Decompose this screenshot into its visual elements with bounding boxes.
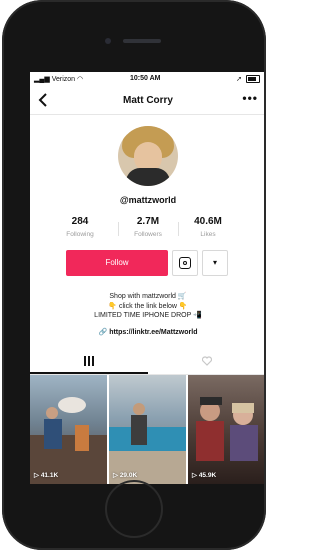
earpiece-speaker: [123, 39, 161, 43]
bio-line: Shop with mattzworld 🛒: [109, 293, 187, 300]
views-value: 41.1K: [40, 472, 59, 479]
home-button[interactable]: [105, 480, 163, 538]
phone-frame: ▂▄▆ Verizon ◠ 10:50 AM ➚ Matt Corry •••: [2, 0, 266, 550]
stat-label: Followers: [134, 231, 162, 238]
video-thumbnail[interactable]: ▷ 41.1K: [30, 375, 107, 484]
bio-line: LIMITED TIME IPHONE DROP 📲: [94, 312, 202, 319]
video-scene: [196, 397, 258, 461]
video-scene: [109, 403, 186, 484]
link-icon: 🔗: [98, 329, 108, 336]
nav-bar: Matt Corry •••: [30, 86, 266, 115]
stat-following[interactable]: 284 Following: [50, 216, 110, 238]
carrier-label: Verizon: [51, 76, 76, 83]
battery-icon: [246, 75, 260, 84]
profile-tabs: [30, 350, 266, 375]
video-thumbnail[interactable]: ▷ 45.9K: [188, 375, 266, 484]
bio: Shop with mattzworld 🛒 👇 click the link …: [30, 292, 266, 321]
views-count: ▷ 29.0K: [113, 472, 138, 479]
avatar: [118, 126, 178, 186]
more-profile-options-button[interactable]: ▾: [202, 250, 228, 276]
location-icon: ➚: [236, 76, 243, 83]
grid-icon: [84, 356, 94, 366]
video-thumbnail[interactable]: ▷ 29.0K: [109, 375, 186, 484]
stat-label: Following: [66, 231, 94, 238]
username: @mattzworld: [119, 195, 177, 205]
video-scene: [30, 397, 107, 484]
stat-value: 2.7M: [136, 216, 160, 227]
status-bar: ▂▄▆ Verizon ◠ 10:50 AM ➚: [30, 72, 266, 86]
volume-up-button: [2, 120, 5, 150]
stat-likes[interactable]: 40.6M Likes: [178, 216, 238, 238]
views-value: 45.9K: [198, 472, 217, 479]
stat-followers[interactable]: 2.7M Followers: [118, 216, 178, 238]
instagram-icon: [179, 257, 191, 269]
follow-button[interactable]: Follow: [66, 250, 168, 276]
tab-videos[interactable]: [30, 350, 148, 374]
app-screen: ▂▄▆ Verizon ◠ 10:50 AM ➚ Matt Corry •••: [30, 72, 266, 484]
views-count: ▷ 45.9K: [192, 472, 217, 479]
video-grid: ▷ 41.1K ▷ 29.0K ▷ 45.9K: [30, 375, 266, 484]
bio-link-text: https://linktr.ee/Mattzworld: [109, 329, 198, 336]
heart-icon: [201, 356, 213, 366]
more-options-button[interactable]: •••: [242, 91, 258, 105]
volume-down-button: [2, 160, 5, 190]
status-time: 10:50 AM: [130, 75, 161, 82]
tab-liked[interactable]: [148, 350, 266, 374]
instagram-button[interactable]: [172, 250, 198, 276]
stat-value: 284: [71, 216, 89, 227]
status-right: ➚: [236, 75, 260, 84]
bio-line: 👇 click the link below 👇: [108, 302, 188, 310]
page-title: Matt Corry: [122, 95, 173, 106]
stat-value: 40.6M: [194, 216, 222, 227]
wifi-icon: ◠: [77, 76, 84, 83]
carrier-indicator: ▂▄▆ Verizon ◠: [34, 75, 83, 83]
bio-link[interactable]: 🔗 https://linktr.ee/Mattzworld: [30, 328, 266, 336]
views-value: 29.0K: [119, 472, 138, 479]
stat-label: Likes: [200, 231, 216, 238]
front-camera: [105, 38, 111, 44]
signal-icon: ▂▄▆: [34, 76, 50, 83]
avatar-shirt: [126, 168, 170, 186]
views-count: ▷ 41.1K: [34, 472, 59, 479]
